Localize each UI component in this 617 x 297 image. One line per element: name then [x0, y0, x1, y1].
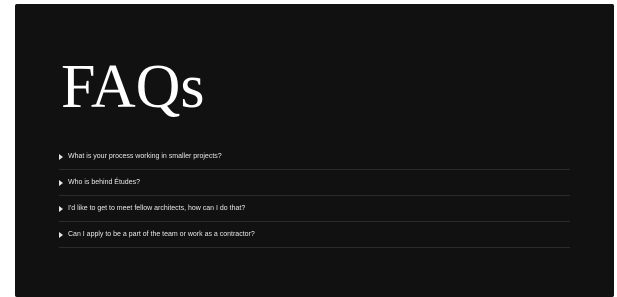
- faq-item-apply-team[interactable]: Can I apply to be a part of the team or …: [59, 222, 570, 248]
- faq-item-who-behind[interactable]: Who is behind Études?: [59, 170, 570, 196]
- faq-item-meet-architects[interactable]: I'd like to get to meet fellow architect…: [59, 196, 570, 222]
- faq-question: Can I apply to be a part of the team or …: [68, 231, 255, 238]
- faq-question: Who is behind Études?: [68, 179, 140, 186]
- page-title: FAQs: [61, 53, 205, 121]
- faq-question: What is your process working in smaller …: [68, 153, 222, 160]
- faq-item-process[interactable]: What is your process working in smaller …: [59, 144, 570, 170]
- triangle-right-icon: [59, 179, 63, 186]
- faq-list: What is your process working in smaller …: [59, 144, 570, 248]
- triangle-right-icon: [59, 231, 63, 238]
- faq-section: FAQs What is your process working in sma…: [15, 4, 614, 297]
- faq-question: I'd like to get to meet fellow architect…: [68, 205, 246, 212]
- triangle-right-icon: [59, 205, 63, 212]
- triangle-right-icon: [59, 153, 63, 160]
